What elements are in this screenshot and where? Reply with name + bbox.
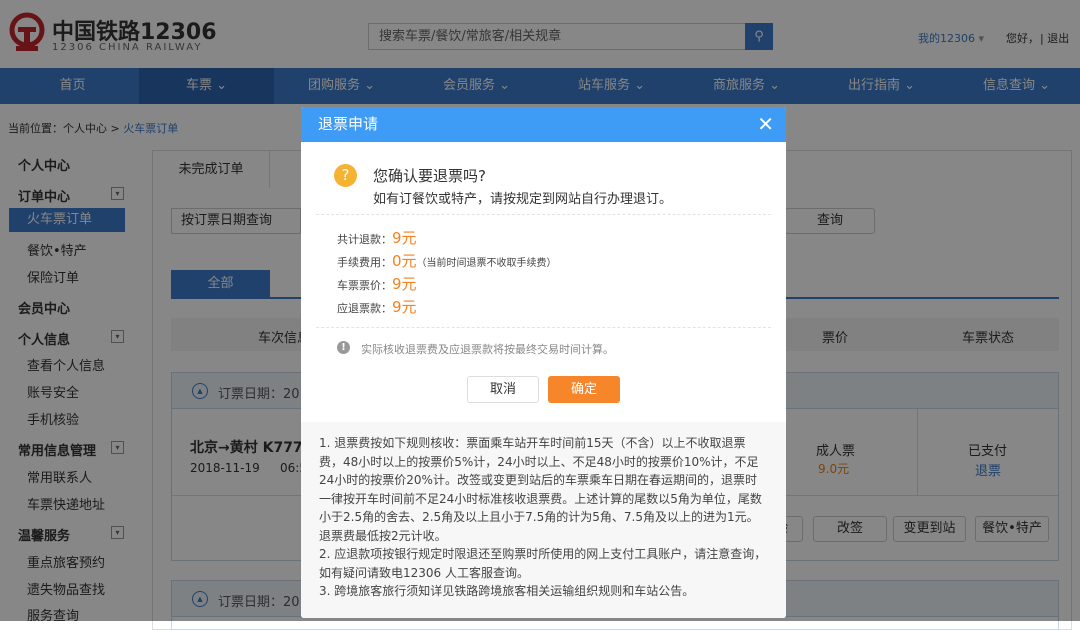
- row-note: （当前时间退票不收取手续费）: [417, 258, 557, 269]
- rule-item: 3. 跨境旅客旅行须知详见铁路跨境旅客相关运输组织规则和车站公告。: [319, 582, 768, 601]
- ticket-price-row: 车票票价：9元: [337, 273, 417, 294]
- refund-total-row: 共计退款：9元: [337, 227, 417, 248]
- confirm-subtitle: 如有订餐饮或特产，请按规定到网站自行办理退订。: [373, 188, 672, 207]
- fee-row: 手续费用：0元（当前时间退票不收取手续费）: [337, 250, 557, 271]
- rule-item: 2. 应退款项按银行规定时限退还至购票时所使用的网上支付工具账户，请注意查询，如…: [319, 545, 768, 582]
- divider: [316, 214, 771, 215]
- row-label: 手续费用：: [337, 256, 392, 269]
- row-value: 0元: [392, 252, 417, 270]
- refund-rules: 1. 退票费按如下规则核收：票面乘车站开车时间前15天（不含）以上不收取退票费，…: [301, 422, 786, 618]
- row-value: 9元: [392, 298, 417, 316]
- row-label: 应退票款：: [337, 302, 392, 315]
- divider: [316, 327, 771, 328]
- close-icon[interactable]: ✕: [757, 107, 774, 142]
- confirm-question: 您确认要退票吗?: [373, 165, 486, 186]
- cancel-button[interactable]: 取消: [467, 376, 539, 403]
- refund-dialog: 退票申请 ✕ ? 您确认要退票吗? 如有订餐饮或特产，请按规定到网站自行办理退订…: [301, 107, 786, 618]
- refund-amount-row: 应退票款：9元: [337, 296, 417, 317]
- calculation-note: 实际核收退票费及应退票款将按最终交易时间计算。: [361, 341, 614, 357]
- row-value: 9元: [392, 229, 417, 247]
- row-label: 共计退款：: [337, 233, 392, 246]
- confirm-button[interactable]: 确定: [548, 376, 620, 403]
- rule-item: 1. 退票费按如下规则核收：票面乘车站开车时间前15天（不含）以上不收取退票费，…: [319, 434, 768, 545]
- dialog-title: 退票申请: [301, 107, 786, 142]
- question-icon: ?: [334, 164, 357, 187]
- row-label: 车票票价：: [337, 279, 392, 292]
- row-value: 9元: [392, 275, 417, 293]
- info-icon: !: [337, 341, 350, 354]
